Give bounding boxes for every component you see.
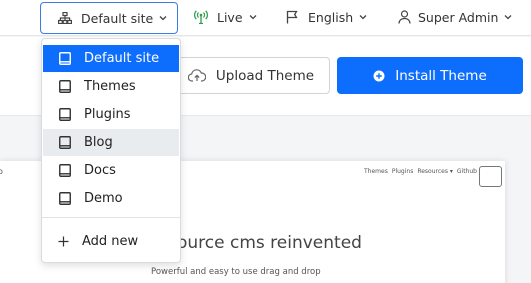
dropdown-item-default-site[interactable]: Default site: [43, 45, 179, 72]
site-icon: [59, 108, 71, 121]
sitemap-icon: [58, 12, 72, 24]
user-menu-button[interactable]: Super Admin: [398, 0, 512, 34]
plus-icon: [58, 236, 69, 247]
dropdown-item-label: Demo: [84, 191, 123, 206]
flag-icon: [286, 10, 298, 24]
chevron-down-icon: [359, 15, 367, 20]
install-theme-label: Install Theme: [395, 67, 487, 84]
preview-subheading: Powerful and easy to use drag and drop: [151, 267, 321, 277]
site-selector-label: Default site: [81, 10, 154, 26]
add-new-site-button[interactable]: Add new: [43, 228, 179, 255]
cloud-upload-icon: [187, 69, 206, 82]
preview-nav: Themes Plugins Resources ▾ Github: [364, 168, 477, 175]
install-theme-button[interactable]: Install Theme: [337, 57, 523, 94]
dropdown-item-label: Default site: [84, 51, 160, 66]
site-icon: [59, 80, 71, 93]
dropdown-item-label: Plugins: [84, 107, 131, 122]
site-icon: [59, 164, 71, 177]
site-icon: [59, 192, 71, 205]
site-icon: [59, 136, 71, 149]
language-label: English: [308, 9, 354, 25]
preview-nav-item: Plugins: [391, 168, 414, 175]
broadcast-icon: [194, 10, 208, 24]
live-menu-button[interactable]: Live: [193, 0, 257, 34]
plus-circle-icon: [373, 70, 385, 81]
site-icon: [59, 52, 71, 65]
dropdown-item-label: Docs: [84, 163, 116, 178]
dropdown-item-label: Blog: [84, 135, 113, 150]
dropdown-item-label: Themes: [84, 79, 136, 94]
upload-theme-label: Upload Theme: [215, 67, 315, 84]
language-menu-button[interactable]: English: [286, 0, 367, 34]
site-selector-button[interactable]: Default site: [40, 2, 178, 34]
chevron-down-icon: [249, 15, 256, 20]
upload-theme-button[interactable]: Upload Theme: [172, 57, 330, 94]
user-label: Super Admin: [418, 9, 499, 25]
add-new-label: Add new: [82, 234, 139, 249]
user-icon: [398, 10, 411, 24]
preview-edge-glyph: o: [0, 167, 3, 176]
dropdown-item-blog[interactable]: Blog: [43, 129, 179, 156]
preview-nav-item: Themes: [364, 168, 388, 175]
preview-heading: ource cms reinvented: [177, 233, 362, 253]
dropdown-item-themes[interactable]: Themes: [43, 73, 179, 100]
preview-action-box: [479, 166, 502, 187]
top-navbar: Default site Live English Super Admin: [0, 0, 531, 36]
live-label: Live: [217, 9, 243, 25]
dropdown-item-docs[interactable]: Docs: [43, 157, 179, 184]
preview-nav-item: Resources ▾: [417, 168, 453, 175]
chevron-down-icon: [159, 16, 167, 21]
preview-nav-item: Github: [456, 168, 477, 175]
dropdown-item-demo[interactable]: Demo: [43, 185, 179, 212]
chevron-down-icon: [504, 15, 512, 20]
site-dropdown-menu: Default site Themes Plugins Blog Docs De…: [41, 38, 181, 263]
dropdown-item-plugins[interactable]: Plugins: [43, 101, 179, 128]
dropdown-divider: [42, 217, 180, 218]
